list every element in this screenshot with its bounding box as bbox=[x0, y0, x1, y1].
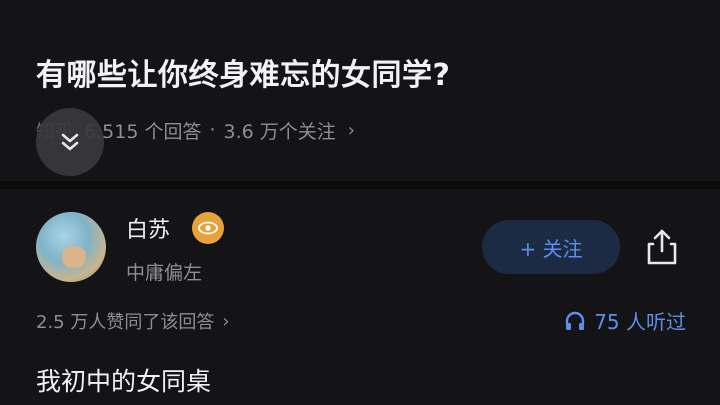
followers-count: 3.6 万个关注 bbox=[223, 120, 336, 143]
meta-separator: · bbox=[209, 119, 216, 141]
question-title[interactable]: 有哪些让你终身难忘的女同学? bbox=[36, 50, 450, 94]
answer-page: 有哪些让你终身难忘的女同学? 知乎 6,515 个回答 · 3.6 万个关注 ›… bbox=[0, 0, 720, 405]
vote-summary[interactable]: 2.5 万人赞同了该回答 › bbox=[36, 308, 230, 334]
author-bio: 中庸偏左 bbox=[126, 262, 203, 284]
collapse-button[interactable] bbox=[36, 108, 104, 176]
listen-count-text: 75 人听过 bbox=[594, 310, 686, 334]
avatar-figure bbox=[62, 246, 86, 268]
avatar[interactable] bbox=[36, 212, 106, 282]
vote-count-text: 2.5 万人赞同了该回答 bbox=[36, 312, 215, 333]
author-name[interactable]: 白苏 bbox=[126, 212, 170, 244]
eye-badge-icon bbox=[192, 212, 224, 244]
share-icon bbox=[647, 229, 677, 265]
section-divider bbox=[0, 181, 720, 189]
chevron-right-icon: › bbox=[222, 310, 230, 332]
double-chevron-down-icon bbox=[61, 133, 79, 151]
share-button[interactable] bbox=[642, 224, 682, 270]
follow-button[interactable]: + 关注 bbox=[482, 220, 620, 274]
answer-text[interactable]: 我初中的女同桌 bbox=[36, 362, 211, 398]
chevron-right-icon: › bbox=[347, 119, 355, 141]
eye-icon bbox=[198, 221, 218, 235]
listen-count[interactable]: 75 人听过 bbox=[564, 306, 686, 335]
headphones-icon bbox=[564, 310, 586, 332]
